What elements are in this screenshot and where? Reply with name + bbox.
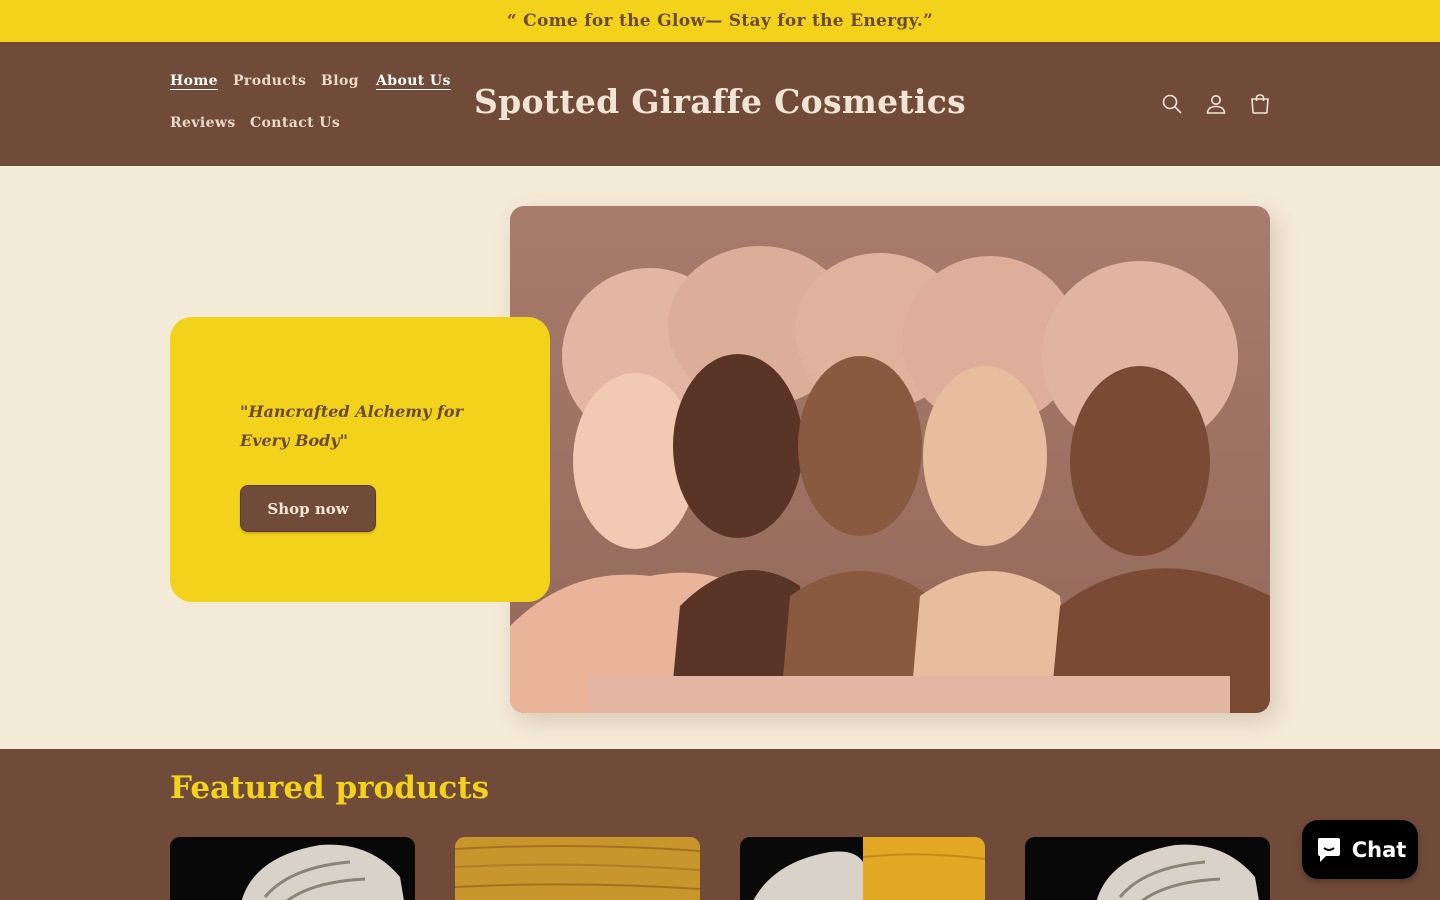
featured-products-section: Featured products bbox=[0, 749, 1440, 900]
search-icon[interactable] bbox=[1160, 92, 1184, 116]
account-icon[interactable] bbox=[1204, 92, 1228, 116]
site-header: Home Products Blog About Us Reviews Cont… bbox=[0, 42, 1440, 166]
chat-bubble-icon bbox=[1314, 835, 1344, 865]
announcement-text: “ Come for the Glow— Stay for the Energy… bbox=[506, 11, 934, 31]
product-card[interactable] bbox=[170, 837, 415, 900]
shop-now-button[interactable]: Shop now bbox=[240, 485, 376, 532]
product-card[interactable] bbox=[1025, 837, 1270, 900]
product-card[interactable] bbox=[455, 837, 700, 900]
hero-quote: "Hancrafted Alchemy for Every Body" bbox=[240, 402, 464, 450]
chat-button[interactable]: Chat bbox=[1302, 820, 1418, 879]
cart-icon[interactable] bbox=[1248, 92, 1272, 116]
product-card[interactable] bbox=[740, 837, 985, 900]
featured-heading: Featured products bbox=[170, 770, 490, 806]
chat-label: Chat bbox=[1351, 837, 1407, 862]
hero-image bbox=[510, 206, 1270, 713]
announcement-bar: “ Come for the Glow— Stay for the Energy… bbox=[0, 0, 1440, 42]
hero-text-card: "Hancrafted Alchemy for Every Body" Shop… bbox=[170, 317, 550, 602]
